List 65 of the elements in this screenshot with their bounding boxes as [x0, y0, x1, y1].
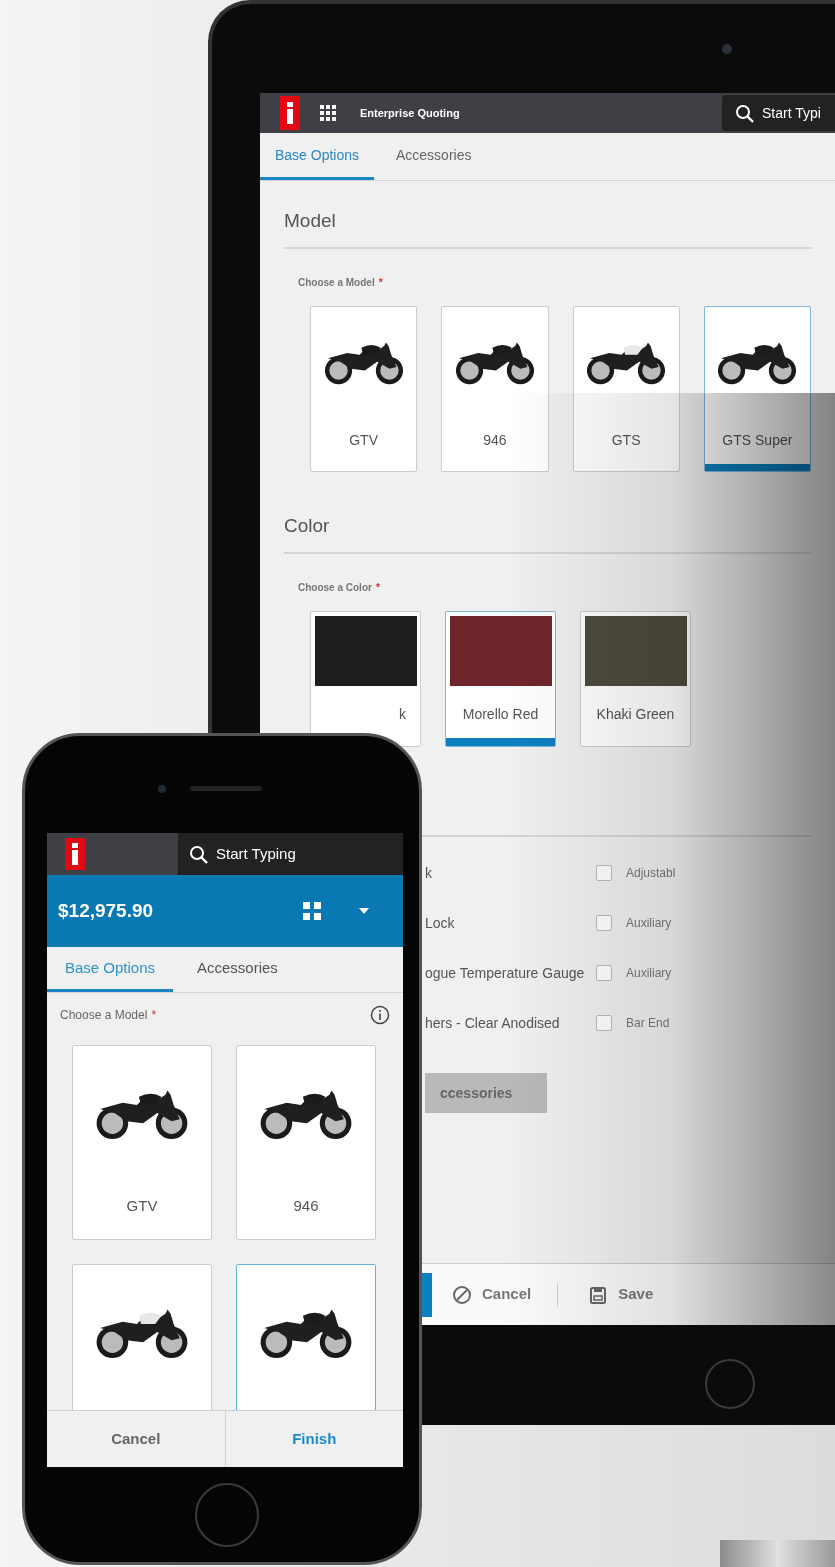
section-heading: Color	[284, 514, 331, 538]
accessory-label: hers - Clear Anodised	[425, 1014, 560, 1033]
checkbox[interactable]	[596, 1015, 612, 1031]
model-name: 946	[483, 431, 507, 450]
tab[interactable]: Accessories	[173, 947, 302, 992]
field-label: Choose a Model *	[298, 276, 383, 290]
app-grid-icon	[320, 105, 336, 121]
dropdown-button[interactable]	[358, 907, 370, 915]
accessory-label: Lock	[425, 914, 455, 933]
camera-lens	[158, 785, 166, 793]
field-label: Choose a Model *	[60, 1007, 157, 1024]
model-card[interactable]: GTS Super	[703, 306, 811, 472]
color-card[interactable]: Khaki Green	[580, 611, 691, 747]
home-button[interactable]	[195, 1483, 259, 1547]
accessory-label: Auxiliary	[626, 915, 672, 932]
section-heading: Model	[284, 209, 337, 233]
save-button[interactable]: Save	[588, 1283, 654, 1306]
model-card[interactable]	[72, 1264, 212, 1410]
color-name: Morello Red	[462, 705, 539, 724]
caret-icon	[358, 907, 370, 915]
accessory-label: k	[425, 864, 432, 883]
checkbox[interactable]	[596, 965, 612, 981]
logo-icon	[280, 96, 300, 130]
model-name: GTV	[349, 431, 378, 450]
search-icon	[734, 103, 754, 123]
search-field[interactable]: Start Typi	[722, 95, 835, 131]
model-card[interactable]: 946	[236, 1045, 376, 1240]
checkbox[interactable]	[596, 865, 612, 881]
search-icon	[188, 844, 208, 864]
accessory-label: ogue Temperature Gauge	[425, 964, 585, 983]
model-card[interactable]: GTV	[72, 1045, 212, 1240]
model-card[interactable]: 946	[441, 306, 549, 472]
color-card[interactable]: Morello Red	[445, 611, 556, 747]
model-card[interactable]: GTS	[572, 306, 680, 472]
home-button[interactable]	[705, 1359, 755, 1409]
search-input[interactable]: Start Typing	[216, 842, 366, 866]
grid-icon	[302, 901, 322, 921]
cancel-icon	[452, 1284, 472, 1305]
cancel-button[interactable]: Cancel	[47, 1411, 225, 1467]
model-name: GTS Super	[722, 431, 793, 450]
price-total: $12,975.90	[58, 898, 154, 923]
camera-lens	[722, 44, 732, 54]
info-icon	[370, 1005, 390, 1025]
model-card[interactable]: GTV	[310, 306, 418, 472]
grid-view-button[interactable]	[302, 901, 322, 921]
app-title: Enterprise Quoting	[360, 105, 460, 121]
field-label: Choose a Color *	[298, 581, 380, 595]
color-name: k	[399, 705, 407, 724]
accessory-label: Bar End	[626, 1015, 670, 1032]
model-name: GTS	[611, 431, 641, 450]
search-input[interactable]: Start Typi	[762, 102, 834, 124]
accessory-label: Auxiliary	[626, 965, 672, 982]
cancel-button[interactable]: Cancel	[452, 1283, 532, 1306]
logo-icon	[65, 838, 85, 870]
color-card[interactable]: k	[310, 611, 421, 747]
model-name: 946	[293, 1195, 319, 1216]
accessory-label: Adjustabl	[626, 865, 676, 882]
tab[interactable]: Accessories	[382, 133, 486, 180]
model-name: GTV	[126, 1195, 158, 1216]
model-card[interactable]	[236, 1264, 376, 1410]
tab[interactable]: Base Options	[260, 133, 374, 180]
search-field[interactable]: Start Typing	[178, 833, 403, 875]
checkbox[interactable]	[596, 915, 612, 931]
color-name: Khaki Green	[596, 705, 675, 724]
speaker-grille	[190, 786, 262, 791]
